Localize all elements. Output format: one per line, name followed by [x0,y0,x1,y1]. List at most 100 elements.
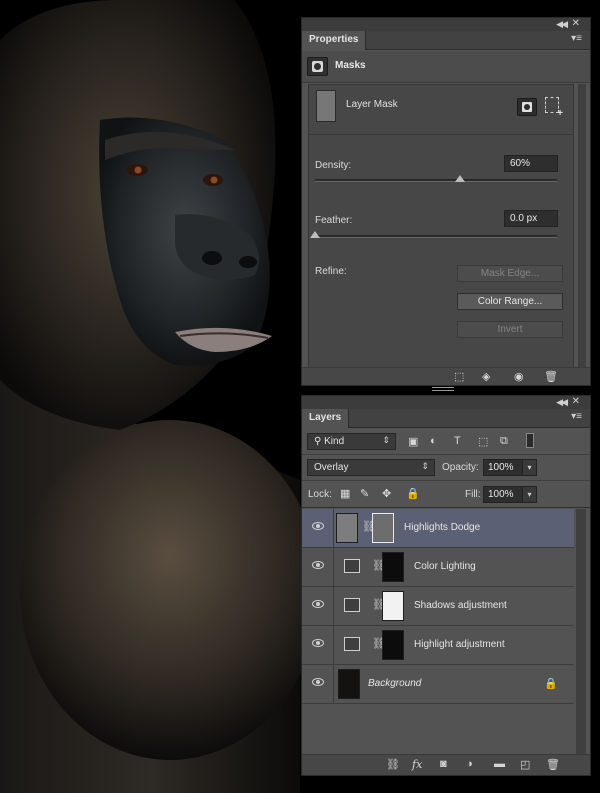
row-divider [333,548,334,587]
row-divider [333,509,334,548]
filter-toggle-icon[interactable] [526,433,534,448]
properties-scrollbar[interactable] [578,84,586,369]
mask-thumbnail[interactable] [382,630,404,660]
collapse-panel-icon[interactable]: ◀◀ [556,19,568,30]
smart-object-filter-icon[interactable]: ⧉ [500,435,508,448]
color-range-button[interactable]: Color Range... [457,293,563,310]
blend-mode-select[interactable]: Overlay ⇕ [307,459,435,476]
new-layer-icon[interactable]: ◰ [520,758,530,771]
lock-image-icon[interactable]: ✎ [360,487,369,500]
row-divider [333,665,334,704]
mask-edge-button[interactable]: Mask Edge... [457,265,563,282]
apply-mask-icon[interactable]: ◈ [482,370,490,383]
blend-row: Overlay ⇕ Opacity: 100% ▾ [302,455,590,481]
kind-filter-value: Kind [324,436,345,447]
opacity-field[interactable]: 100% [483,459,523,476]
panel-resize-grip[interactable] [432,387,454,391]
density-slider[interactable] [315,175,557,182]
row-divider [333,626,334,665]
layer-row-shadows-adjustment[interactable]: ⛓ Shadows adjustment [302,587,574,626]
layer-name: Background [368,678,422,689]
load-selection-icon[interactable]: ⬚ [454,370,464,383]
adjustment-filter-icon[interactable]: ◐ [430,435,437,447]
layers-list: ⛓ Highlights Dodge ⛓ Color Lighting ⛓ Sh… [302,509,574,755]
new-adjustment-layer-icon[interactable]: ◑ [466,758,473,770]
opacity-dropdown[interactable]: ▾ [522,459,537,476]
layer-locked-icon: 🔒 [544,678,558,690]
feather-slider-knob[interactable] [310,231,320,238]
add-vector-mask-icon[interactable] [545,97,563,119]
lock-transparent-icon[interactable]: ▦ [340,487,350,500]
layer-mask-label: Layer Mask [346,99,398,110]
visibility-eye-icon[interactable] [312,678,324,686]
masks-title: Masks [335,60,366,71]
solid-color-adjustment-icon [344,559,360,573]
close-layers-icon[interactable]: ✕ [572,396,580,407]
density-slider-knob[interactable] [455,175,465,182]
mask-icon[interactable] [307,57,328,76]
layer-row-background[interactable]: Background 🔒 [302,665,574,704]
new-group-icon[interactable]: ▬ [494,758,505,770]
fx-icon[interactable]: fx [412,758,422,771]
layer-mask-row: Layer Mask [309,85,573,135]
fill-field[interactable]: 100% [483,486,523,503]
add-layer-mask-icon[interactable]: ◙ [440,758,447,770]
density-label: Density: [315,160,352,171]
masks-header: Masks [302,51,590,83]
layers-menu-icon[interactable]: ▾≡ [571,411,582,422]
tab-properties[interactable]: Properties [302,31,367,50]
tab-layers[interactable]: Layers [302,409,350,428]
layer-row-highlights-dodge[interactable]: ⛓ Highlights Dodge [302,509,574,548]
fill-dropdown[interactable]: ▾ [522,486,537,503]
layer-row-highlight-adjustment[interactable]: ⛓ Highlight adjustment [302,626,574,665]
layers-scrollbar[interactable] [576,509,586,755]
updown-arrow-icon: ⇕ [421,461,429,471]
layers-panel: ◀◀ ✕ Layers ▾≡ ⚲ Kind ⇕ ▣ ◐ T ⬚ ⧉ Overla… [301,395,591,776]
type-filter-icon[interactable]: T [454,435,461,447]
delete-mask-icon[interactable]: 🗑 [544,370,558,383]
fill-label: Fill: [465,489,481,500]
lock-row: Lock: ▦ ✎ ✥ 🔒 Fill: 100% ▾ [302,481,590,508]
mask-thumbnail[interactable] [382,552,404,582]
panel-menu-icon[interactable]: ▾≡ [571,33,582,44]
layer-filter-row: ⚲ Kind ⇕ ▣ ◐ T ⬚ ⧉ [302,429,590,455]
visibility-eye-icon[interactable] [312,639,324,647]
visibility-eye-icon[interactable] [312,522,324,530]
close-panel-icon[interactable]: ✕ [572,18,580,29]
opacity-label: Opacity: [442,462,479,473]
pixel-mask-button[interactable] [517,98,537,116]
feather-slider[interactable] [310,231,557,238]
curves-adjustment-icon [344,637,360,651]
lock-label: Lock: [308,489,332,500]
background-thumbnail [338,669,360,699]
layer-name: Highlight adjustment [414,639,505,650]
layer-name: Highlights Dodge [404,522,481,533]
refine-label: Refine: [315,266,347,277]
feather-label: Feather: [315,215,353,226]
shape-filter-icon[interactable]: ⬚ [478,435,488,448]
kind-filter-select[interactable]: ⚲ Kind ⇕ [307,433,396,450]
density-field[interactable]: 60% [504,155,558,172]
collapse-layers-icon[interactable]: ◀◀ [556,397,568,408]
link-layers-icon[interactable]: ⛓ [386,758,400,771]
lock-position-icon[interactable]: ✥ [382,487,391,500]
properties-footer: ⬚ ◈ ◉ 🗑 [302,367,590,385]
toggle-mask-visibility-icon[interactable]: ◉ [514,370,524,383]
updown-arrow-icon: ⇕ [382,435,390,445]
panel-header-strip: ◀◀ ✕ [302,18,590,31]
mask-properties-content: Layer Mask Density: 60% Feather: 0.0 px … [308,84,574,369]
visibility-eye-icon[interactable] [312,600,324,608]
delete-layer-icon[interactable]: 🗑 [546,758,560,771]
pixel-filter-icon[interactable]: ▣ [408,435,418,448]
row-divider [333,587,334,626]
layers-footer: ⛓ fx ◙ ◑ ▬ ◰ 🗑 [302,754,590,775]
invert-button[interactable]: Invert [457,321,563,338]
mask-thumbnail[interactable] [382,591,404,621]
lock-all-icon[interactable]: 🔒 [406,487,420,500]
mask-thumbnail[interactable] [372,513,394,543]
visibility-eye-icon[interactable] [312,561,324,569]
layer-row-color-lighting[interactable]: ⛓ Color Lighting [302,548,574,587]
feather-field[interactable]: 0.0 px [504,210,558,227]
layer-name: Color Lighting [414,561,476,572]
layers-tabbar: Layers ▾≡ [302,409,590,428]
